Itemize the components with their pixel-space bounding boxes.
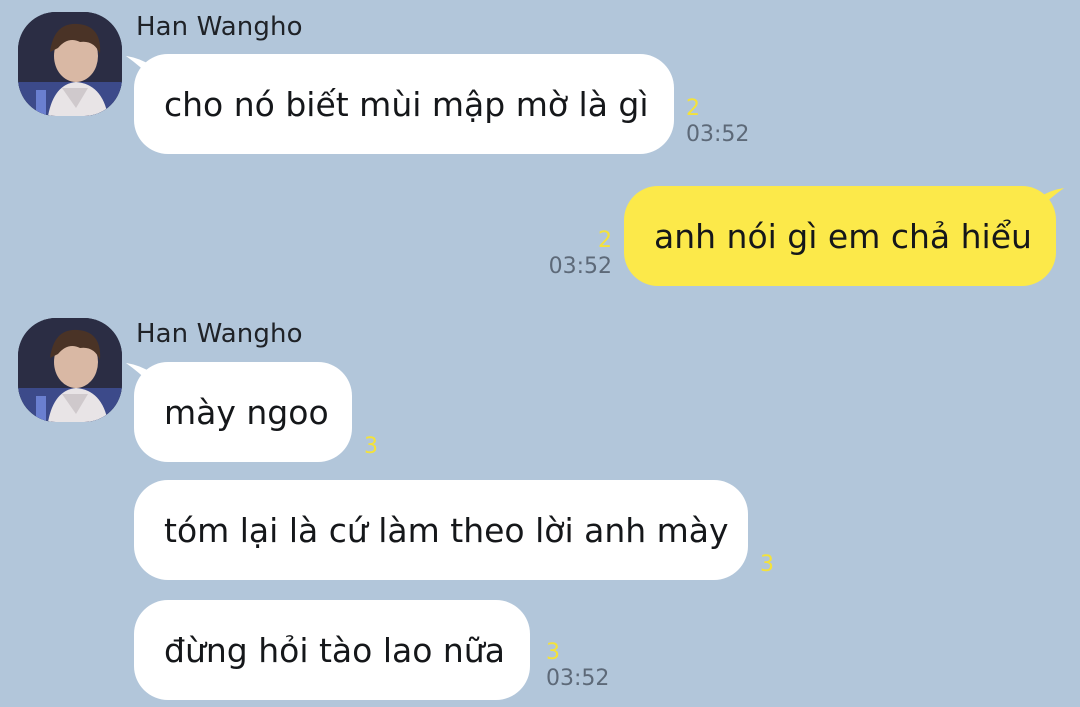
message-time: 03:52	[546, 666, 610, 691]
message-meta: 2 03:52	[686, 96, 749, 148]
sender-name: Han Wangho	[136, 319, 303, 349]
message-text: cho nó biết mùi mập mờ là gì	[164, 84, 649, 124]
message-bubble[interactable]: cho nó biết mùi mập mờ là gì	[134, 54, 674, 154]
avatar[interactable]	[18, 12, 122, 116]
message-text: mày ngoo	[164, 392, 329, 432]
profile-photo-icon	[18, 318, 122, 422]
message-text: tóm lại là cứ làm theo lời anh mày	[164, 510, 729, 550]
unread-count: 2	[686, 96, 700, 121]
message-meta: 2 03:52	[540, 228, 612, 280]
message-bubble[interactable]: anh nói gì em chả hiểu	[624, 186, 1056, 286]
unread-count: 3	[760, 552, 774, 577]
message-text: đừng hỏi tào lao nữa	[164, 630, 505, 670]
profile-photo-icon	[18, 12, 122, 116]
sender-name: Han Wangho	[136, 12, 303, 42]
message-bubble[interactable]: tóm lại là cứ làm theo lời anh mày	[134, 480, 748, 580]
message-bubble[interactable]: mày ngoo	[134, 362, 352, 462]
bubble-tail	[1038, 188, 1064, 210]
message-text: anh nói gì em chả hiểu	[654, 216, 1032, 256]
chat-conversation: Han Wangho cho nó biết mùi mập mờ là gì …	[0, 0, 1080, 707]
avatar[interactable]	[18, 318, 122, 422]
message-meta: 3 03:52	[546, 640, 609, 692]
message-bubble[interactable]: đừng hỏi tào lao nữa	[134, 600, 530, 700]
message-meta: 3	[760, 552, 774, 578]
unread-count: 2	[598, 228, 612, 253]
message-time: 03:52	[686, 122, 750, 147]
unread-count: 3	[546, 640, 560, 665]
unread-count: 3	[364, 434, 378, 459]
message-time: 03:52	[548, 254, 612, 279]
message-meta: 3	[364, 434, 378, 460]
